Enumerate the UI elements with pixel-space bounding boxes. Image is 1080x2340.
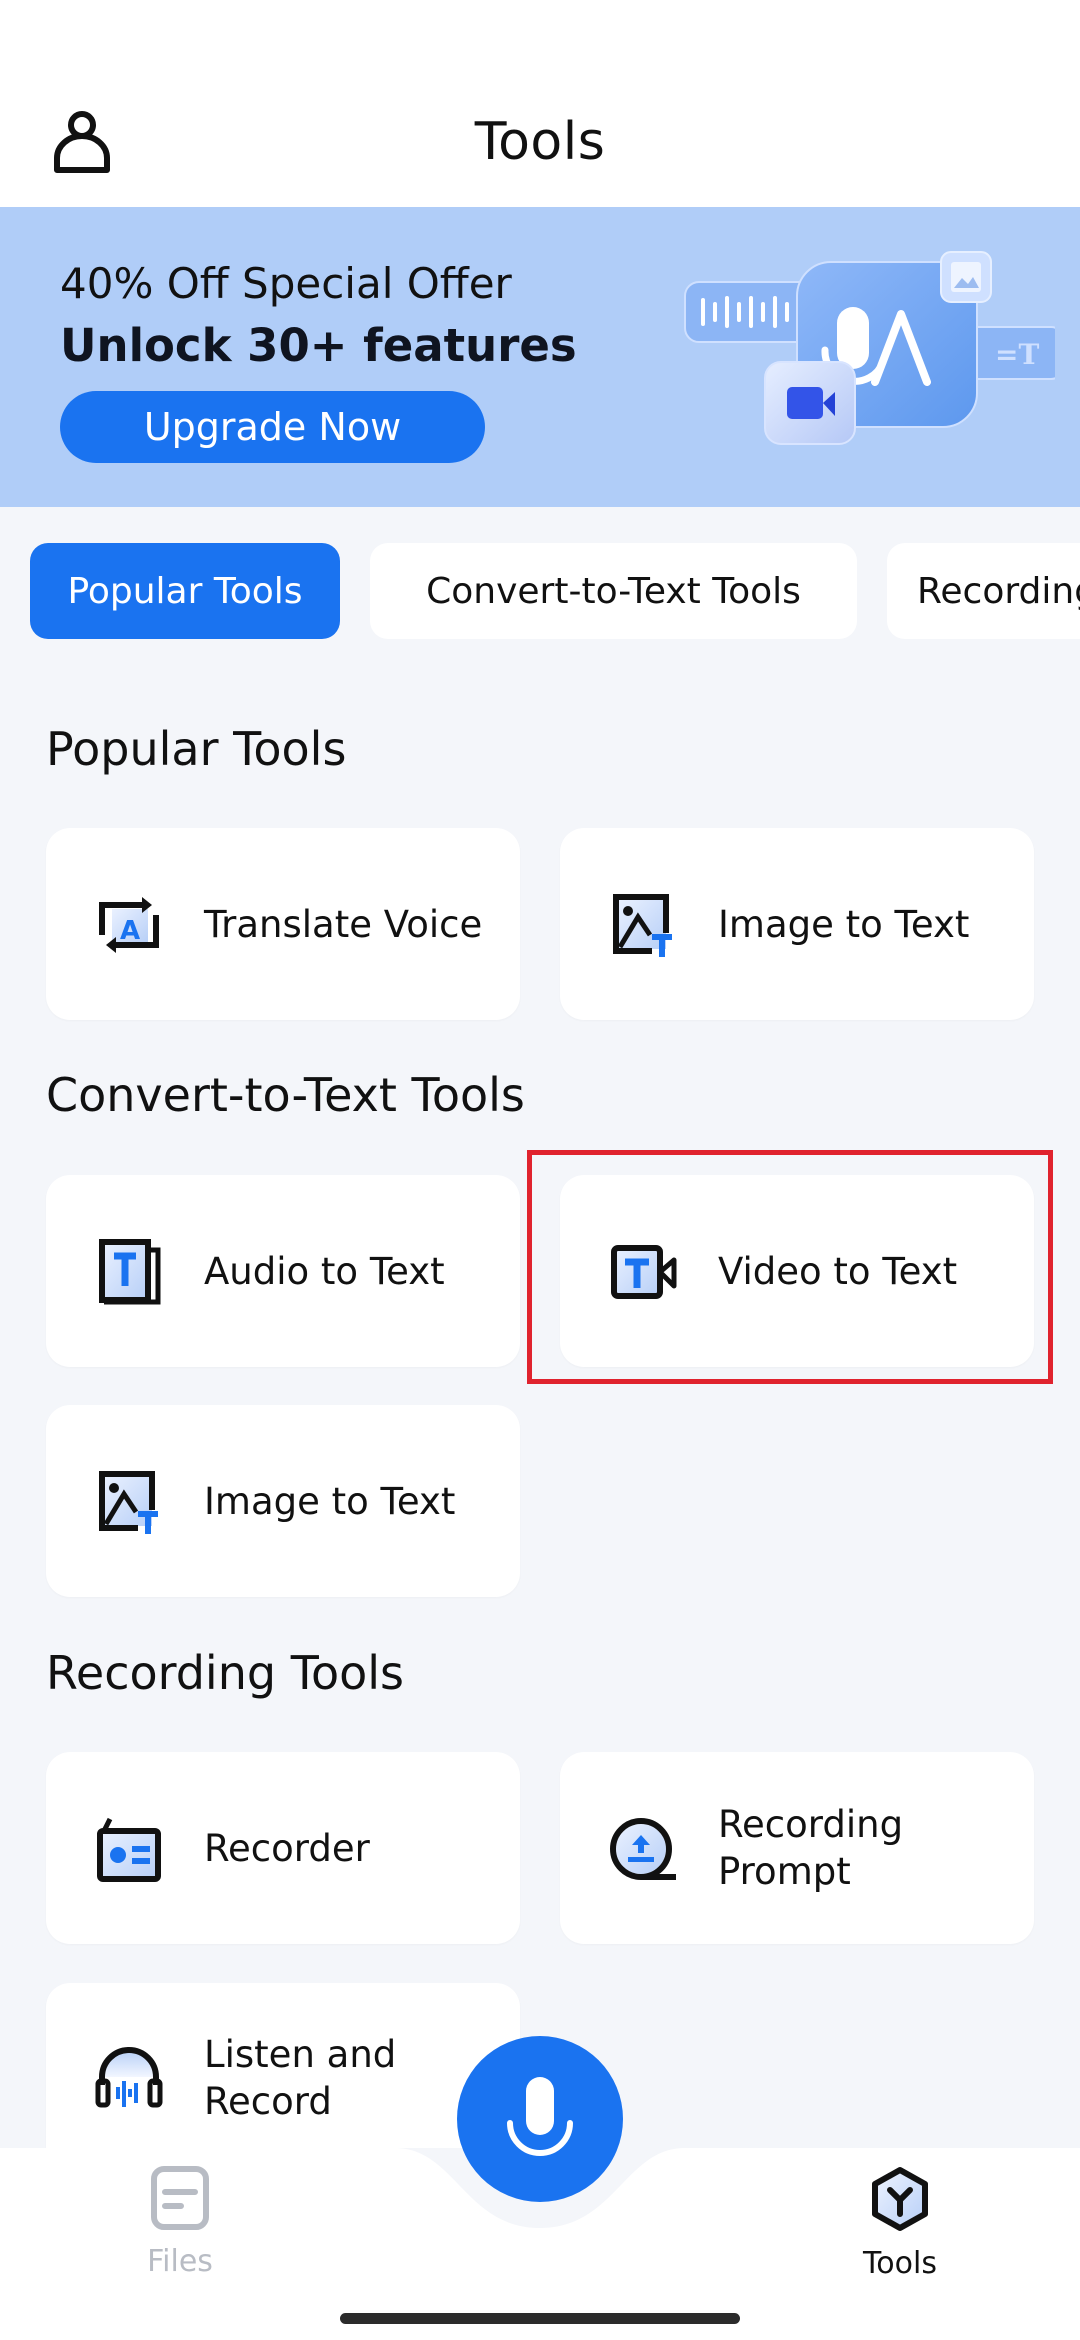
header: Tools <box>0 0 1080 207</box>
section-title-recording: Recording Tools <box>46 1646 405 1700</box>
tool-label: Recording Prompt <box>718 1803 904 1893</box>
promo-features-text: Unlock 30+ features <box>60 319 577 372</box>
upgrade-now-button[interactable]: Upgrade Now <box>60 391 485 463</box>
home-indicator[interactable] <box>340 2313 740 2324</box>
svg-text:A: A <box>120 916 140 946</box>
video-text-icon <box>611 1245 677 1299</box>
tool-label: Recorder <box>204 1826 370 1870</box>
tool-recording-prompt[interactable]: Recording Prompt <box>560 1752 1034 1944</box>
headphones-icon <box>95 2047 163 2108</box>
tool-label: Listen and Record <box>204 2033 397 2123</box>
tool-label: Video to Text <box>718 1249 958 1293</box>
tool-audio-to-text[interactable]: Audio to Text <box>46 1175 520 1367</box>
microphone-icon <box>507 2077 573 2156</box>
tab-recording-tools[interactable]: Recording Tools <box>887 543 1080 639</box>
recorder-icon <box>97 1817 161 1882</box>
tool-label: Audio to Text <box>204 1249 445 1293</box>
audio-text-icon <box>99 1239 161 1305</box>
tool-recorder[interactable]: Recorder <box>46 1752 520 1944</box>
page-title: Tools <box>474 112 606 172</box>
translate-icon: A <box>99 897 159 953</box>
tool-label: Translate Voice <box>204 902 483 946</box>
tools-icon <box>872 2167 928 2231</box>
tool-image-to-text[interactable]: Image to Text <box>560 828 1034 1020</box>
tool-label: Image to Text <box>718 902 970 946</box>
voice-to-text-illustration: =T <box>684 251 1055 445</box>
nav-tools[interactable]: Tools <box>820 2166 980 2286</box>
section-title-convert: Convert-to-Text Tools <box>46 1068 525 1122</box>
image-text-icon <box>613 894 672 957</box>
teleprompter-icon <box>610 1817 676 1880</box>
nav-tools-label: Tools <box>863 2246 937 2281</box>
nav-files-label: Files <box>147 2244 213 2279</box>
nav-files[interactable]: Files <box>100 2166 260 2286</box>
tab-popular-tools[interactable]: Popular Tools <box>30 543 340 639</box>
promo-banner[interactable]: 40% Off Special Offer Unlock 30+ feature… <box>0 207 1080 507</box>
promo-offer-text: 40% Off Special Offer <box>60 259 512 308</box>
category-tabs: Popular Tools Convert-to-Text Tools Reco… <box>0 543 1080 639</box>
tool-image-to-text-2[interactable]: Image to Text <box>46 1405 520 1597</box>
image-text-icon <box>99 1471 158 1534</box>
tool-translate-voice[interactable]: A Translate Voice <box>46 828 520 1020</box>
files-icon <box>151 2166 209 2230</box>
tool-label: Image to Text <box>204 1479 456 1523</box>
svg-text:=T: =T <box>995 338 1039 371</box>
record-fab-button[interactable] <box>457 2036 623 2202</box>
section-title-popular: Popular Tools <box>46 722 347 776</box>
tool-video-to-text[interactable]: Video to Text <box>560 1175 1034 1367</box>
tab-convert-to-text-tools[interactable]: Convert-to-Text Tools <box>370 543 857 639</box>
